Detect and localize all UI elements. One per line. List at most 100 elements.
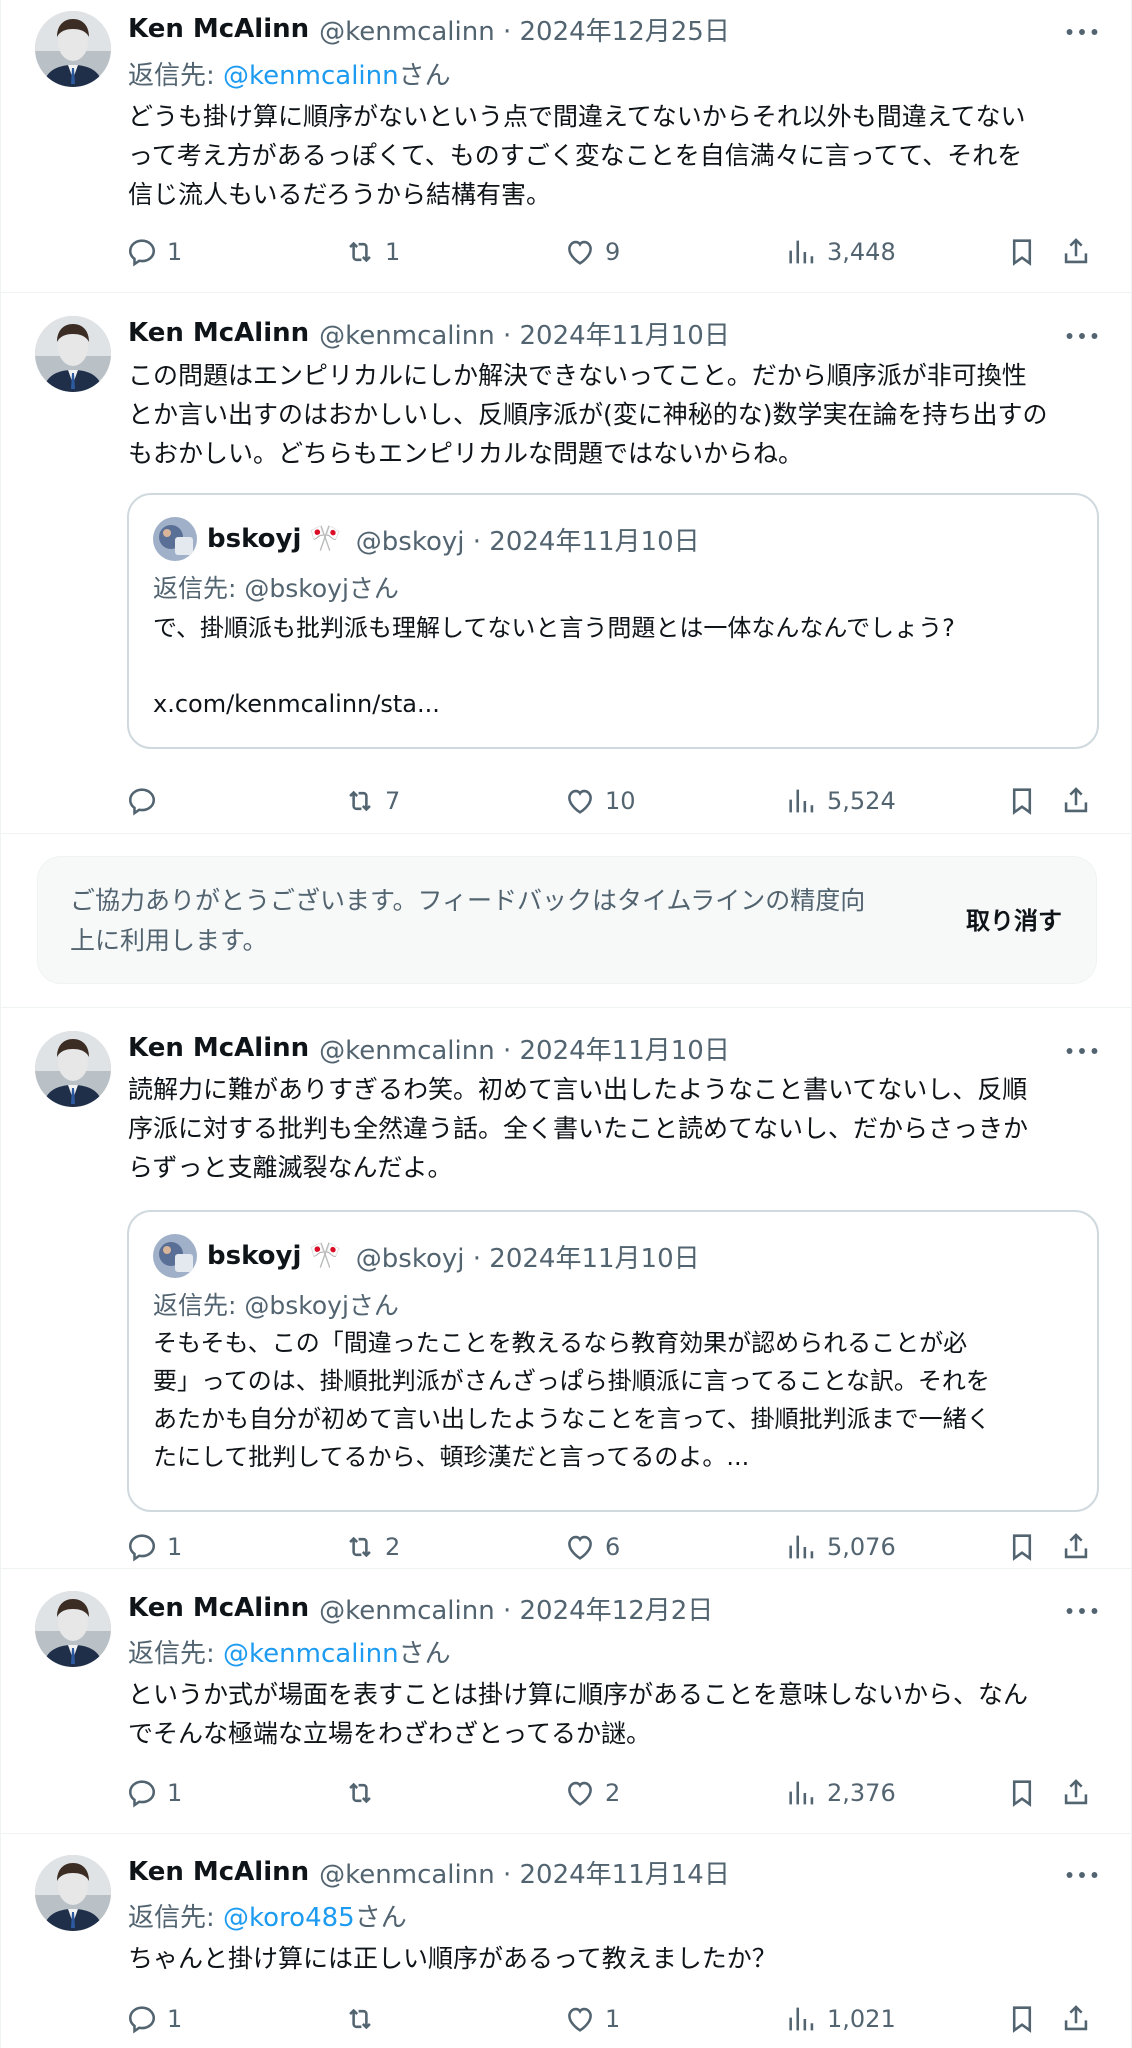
- retweet-button[interactable]: [343, 1773, 385, 1813]
- reply-count: 1: [167, 1779, 183, 1807]
- like-count: 2: [605, 1779, 621, 1807]
- share-button[interactable]: [1059, 1999, 1093, 2039]
- author-name[interactable]: Ken McAlinn: [128, 1033, 309, 1063]
- views-button[interactable]: 5,076: [785, 1527, 896, 1567]
- avatar[interactable]: [35, 1591, 111, 1667]
- bookmark-button[interactable]: [1005, 1999, 1039, 2039]
- share-button[interactable]: [1059, 781, 1093, 821]
- tweet-actions: 1 1 9 3,448: [1, 232, 1132, 272]
- author-meta[interactable]: @kenmcalinn · 2024年11月14日: [319, 1854, 730, 1891]
- tweet-text: 読解力に難がありすぎるわ笑。初めて言い出したようなこと書いてないし、反順 序派に…: [128, 1075, 1029, 1182]
- reply-button[interactable]: 1: [125, 1999, 182, 2039]
- reply-to-handle[interactable]: @kenmcalinn: [223, 1639, 399, 1669]
- views-count: 5,524: [827, 787, 896, 815]
- reply-button[interactable]: 1: [125, 1527, 182, 1567]
- undo-button[interactable]: 取り消す: [966, 901, 1062, 936]
- more-icon[interactable]: [1065, 321, 1099, 351]
- retweet-icon: [343, 1776, 377, 1810]
- like-button[interactable]: 9: [563, 232, 620, 272]
- bookmark-button[interactable]: [1005, 232, 1039, 272]
- bookmark-button[interactable]: [1005, 781, 1039, 821]
- reply-to-prefix: 返信先:: [128, 61, 224, 91]
- like-button[interactable]: 6: [563, 1527, 620, 1567]
- share-icon: [1059, 1776, 1093, 1810]
- reply-to-handle[interactable]: @kenmcalinn: [223, 61, 399, 91]
- tweet-actions: 1 2 2,376: [1, 1773, 1132, 1813]
- bookmark-icon: [1005, 1530, 1039, 1564]
- tweet[interactable]: Ken McAlinn @kenmcalinn · 2024年12月25日 返信…: [1, 0, 1132, 292]
- retweet-button[interactable]: 1: [343, 232, 400, 272]
- bookmark-icon: [1005, 235, 1039, 269]
- reply-to-suffix: さん: [398, 1639, 451, 1669]
- more-icon[interactable]: [1065, 17, 1099, 47]
- more-icon[interactable]: [1065, 1036, 1099, 1066]
- quoted-tweet[interactable]: bskoyj 🎌 @bskoyj · 2024年11月10日 返信先: @bsk…: [127, 493, 1099, 749]
- timeline-feed: Ken McAlinn @kenmcalinn · 2024年12月25日 返信…: [0, 0, 1132, 2048]
- avatar[interactable]: [35, 11, 111, 87]
- avatar[interactable]: [35, 1031, 111, 1107]
- reply-icon: [125, 235, 159, 269]
- tweet[interactable]: Ken McAlinn @kenmcalinn · 2024年12月2日 返信先…: [1, 1569, 1132, 1833]
- author-name[interactable]: Ken McAlinn: [128, 14, 309, 44]
- author-name[interactable]: Ken McAlinn: [128, 1593, 309, 1623]
- feedback-notice: ご協力ありがとうございます。フィードバックはタイムラインの精度向 上に利用します…: [37, 856, 1097, 984]
- bookmark-button[interactable]: [1005, 1527, 1039, 1567]
- like-button[interactable]: 10: [563, 781, 636, 821]
- avatar-image: [35, 1855, 111, 1931]
- quoted-author-name: bskoyj: [207, 524, 302, 554]
- avatar-image: [35, 1591, 111, 1667]
- views-button[interactable]: 5,524: [785, 781, 896, 821]
- tweet-header: Ken McAlinn @kenmcalinn · 2024年12月2日: [128, 1590, 713, 1627]
- views-button[interactable]: 3,448: [785, 232, 896, 272]
- retweet-button[interactable]: [343, 1999, 385, 2039]
- tweet[interactable]: Ken McAlinn @kenmcalinn · 2024年11月10日 読解…: [1, 1008, 1132, 1568]
- reply-to-prefix: 返信先:: [128, 1639, 224, 1669]
- badge-icon: 🎌: [309, 524, 342, 554]
- avatar-image: [35, 1031, 111, 1107]
- views-count: 5,076: [827, 1533, 896, 1561]
- badge-icon: 🎌: [309, 1241, 342, 1271]
- author-meta[interactable]: @kenmcalinn · 2024年11月10日: [319, 315, 730, 352]
- retweet-button[interactable]: 2: [343, 1527, 400, 1567]
- author-name[interactable]: Ken McAlinn: [128, 318, 309, 348]
- author-meta[interactable]: @kenmcalinn · 2024年12月25日: [319, 11, 730, 48]
- tweet-actions: 1 1 1,021: [1, 1999, 1132, 2039]
- avatar[interactable]: [35, 1855, 111, 1931]
- author-meta[interactable]: @kenmcalinn · 2024年12月2日: [319, 1590, 713, 1627]
- views-button[interactable]: 2,376: [785, 1773, 896, 1813]
- share-button[interactable]: [1059, 1527, 1093, 1567]
- reply-button[interactable]: [125, 781, 167, 821]
- retweet-icon: [343, 2002, 377, 2036]
- share-button[interactable]: [1059, 232, 1093, 272]
- quoted-header: bskoyj 🎌 @bskoyj · 2024年11月10日: [153, 517, 700, 561]
- views-button[interactable]: 1,021: [785, 1999, 896, 2039]
- views-count: 3,448: [827, 238, 896, 266]
- more-icon[interactable]: [1065, 1860, 1099, 1890]
- reply-button[interactable]: 1: [125, 232, 182, 272]
- views-icon: [785, 1776, 819, 1810]
- heart-icon: [563, 1776, 597, 1810]
- like-count: 1: [605, 2005, 621, 2033]
- heart-icon: [563, 784, 597, 818]
- share-button[interactable]: [1059, 1773, 1093, 1813]
- heart-icon: [563, 235, 597, 269]
- reply-to: 返信先: @kenmcalinnさん: [128, 55, 451, 92]
- tweet[interactable]: Ken McAlinn @kenmcalinn · 2024年11月10日 この…: [1, 293, 1132, 833]
- like-button[interactable]: 2: [563, 1773, 620, 1813]
- bookmark-button[interactable]: [1005, 1773, 1039, 1813]
- tweet[interactable]: Ken McAlinn @kenmcalinn · 2024年11月14日 返信…: [1, 1834, 1132, 2048]
- reply-to: 返信先: @koro485さん: [128, 1897, 407, 1934]
- like-button[interactable]: 1: [563, 1999, 620, 2039]
- author-meta[interactable]: @kenmcalinn · 2024年11月10日: [319, 1030, 730, 1067]
- reply-button[interactable]: 1: [125, 1773, 182, 1813]
- share-icon: [1059, 1530, 1093, 1564]
- reply-to-handle[interactable]: @koro485: [223, 1903, 355, 1933]
- divider: [1, 833, 1132, 834]
- tweet-text: というか式が場面を表すことは掛け算に順序があることを意味しないから、なん でそん…: [128, 1680, 1029, 1748]
- more-icon[interactable]: [1065, 1596, 1099, 1626]
- quoted-tweet[interactable]: bskoyj 🎌 @bskoyj · 2024年11月10日 返信先: @bsk…: [127, 1210, 1099, 1512]
- retweet-button[interactable]: 7: [343, 781, 400, 821]
- reply-icon: [125, 1776, 159, 1810]
- author-name[interactable]: Ken McAlinn: [128, 1857, 309, 1887]
- avatar[interactable]: [35, 316, 111, 392]
